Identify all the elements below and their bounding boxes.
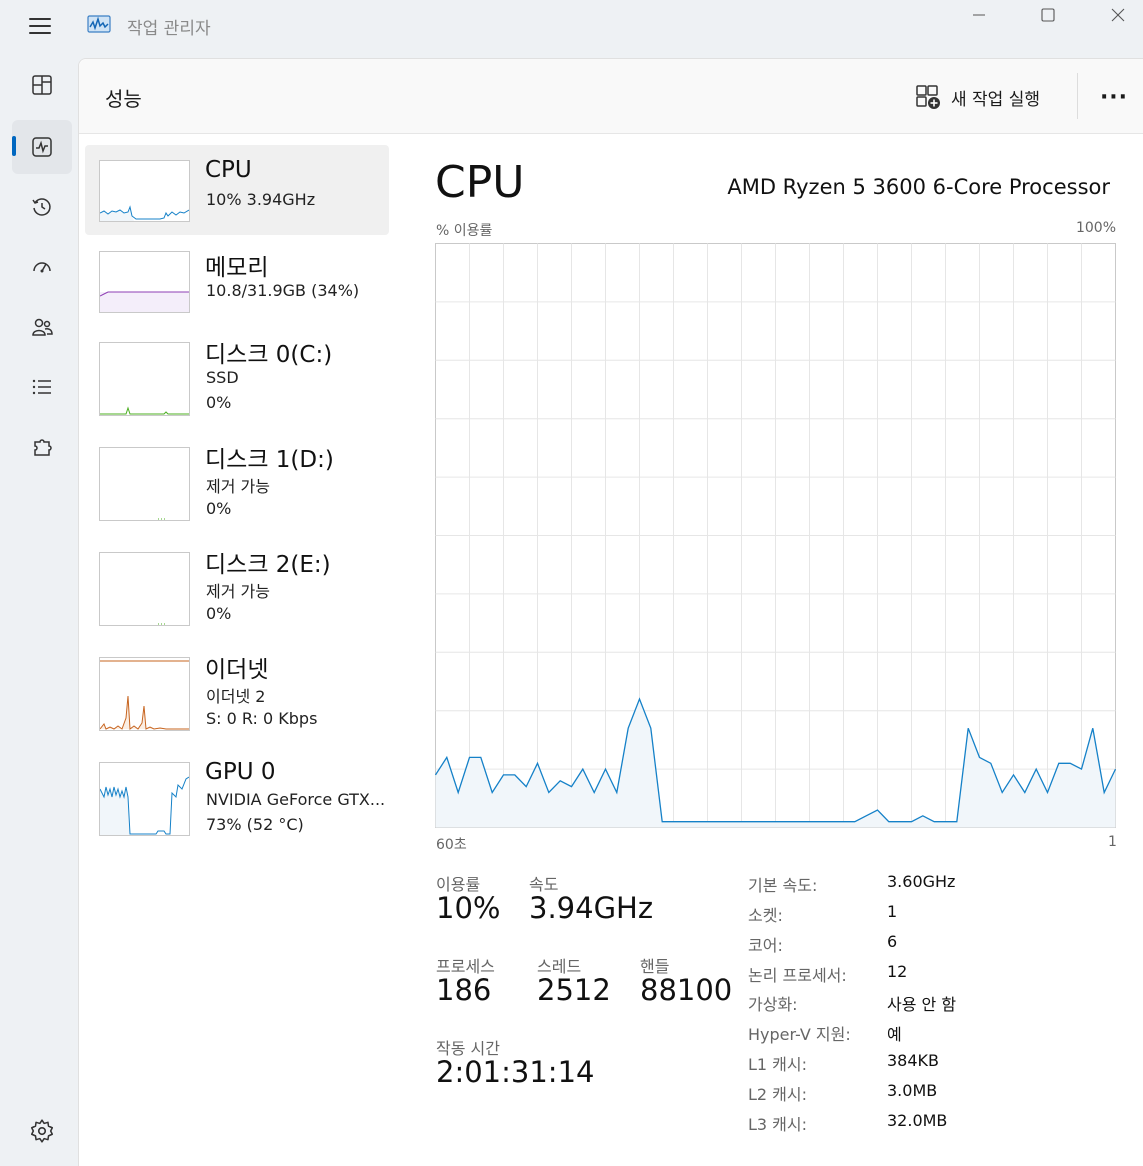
threads-value: 2512 <box>537 973 611 1007</box>
nav-services[interactable] <box>12 420 72 474</box>
disk0-thumbnail-graph <box>99 342 190 416</box>
title-bar: 작업 관리자 <box>0 0 1143 52</box>
menu-icon[interactable] <box>29 16 53 36</box>
close-icon <box>1111 8 1125 22</box>
page-title: 성능 <box>105 87 142 111</box>
users-icon <box>32 318 53 336</box>
x-axis-start: 60초 <box>436 837 467 853</box>
spec-value: 1 <box>887 902 898 921</box>
resource-disk-2[interactable]: 디스크 2(E:) 제거 가능 0% <box>85 552 389 642</box>
cpu-name: CPU <box>205 157 252 183</box>
nav-details[interactable] <box>12 360 72 414</box>
minimize-button[interactable] <box>956 0 1002 30</box>
disk1-usage: 0% <box>206 499 232 518</box>
resource-ethernet[interactable]: 이더넷 이더넷 2 S: 0 R: 0 Kbps <box>85 657 389 747</box>
gpu-thumbnail-graph <box>99 762 190 836</box>
spec-value: 사용 안 함 <box>887 995 957 1014</box>
disk2-type: 제거 가능 <box>206 582 270 601</box>
cpu-thumbnail-graph <box>99 160 190 222</box>
spec-label: 소켓: <box>748 906 783 925</box>
memory-name: 메모리 <box>205 255 269 281</box>
processes-value: 186 <box>436 973 492 1007</box>
spec-label: 기본 속도: <box>748 876 818 895</box>
spec-value: 12 <box>887 962 908 981</box>
cpu-summary: 10% 3.94GHz <box>206 190 316 209</box>
gpu-usage-temp: 73% (52 °C) <box>206 815 304 834</box>
spec-label: 코어: <box>748 936 783 955</box>
spec-label: Hyper-V 지원: <box>748 1025 851 1044</box>
resource-disk-1[interactable]: 디스크 1(D:) 제거 가능 0% <box>85 447 389 537</box>
disk0-name: 디스크 0(C:) <box>205 342 333 368</box>
resource-disk-0[interactable]: 디스크 0(C:) SSD 0% <box>85 341 389 431</box>
uptime-value: 2:01:31:14 <box>436 1055 595 1089</box>
y-axis-label: % 이용률 <box>436 223 493 239</box>
spec-label: 가상화: <box>748 995 798 1014</box>
gpu-model: NVIDIA GeForce GTX... <box>206 790 386 809</box>
more-options-button[interactable]: ··· <box>1097 81 1131 113</box>
disk1-type: 제거 가능 <box>206 477 270 496</box>
active-indicator <box>12 136 16 156</box>
nav-startup-apps[interactable] <box>12 240 72 294</box>
y-axis-max: 100% <box>1075 220 1116 236</box>
disk2-usage: 0% <box>206 604 232 623</box>
run-new-task-button[interactable]: 새 작업 실행 <box>915 81 1040 113</box>
page-header: 성능 새 작업 실행 ··· <box>79 59 1143 134</box>
run-new-task-label: 새 작업 실행 <box>951 89 1041 110</box>
task-manager-app-icon <box>87 15 111 33</box>
nav-performance[interactable] <box>12 120 72 174</box>
resource-cpu[interactable]: CPU 10% 3.94GHz <box>85 145 389 235</box>
spec-label: L2 캐시: <box>748 1085 808 1104</box>
ethernet-thumbnail-graph <box>99 657 190 731</box>
cpu-usage-graph <box>435 243 1116 828</box>
header-divider <box>1077 73 1078 119</box>
minimize-icon <box>973 14 985 16</box>
maximize-button[interactable] <box>1025 0 1071 30</box>
memory-thumbnail-graph <box>99 251 190 313</box>
memory-summary: 10.8/31.9GB (34%) <box>206 281 360 300</box>
spec-value: 32.0MB <box>887 1111 948 1130</box>
speed-value: 3.94GHz <box>529 891 654 925</box>
app-title: 작업 관리자 <box>127 19 211 39</box>
disk2-name: 디스크 2(E:) <box>205 552 331 578</box>
spec-value: 3.0MB <box>887 1081 938 1100</box>
handles-value: 88100 <box>640 973 733 1007</box>
spec-value: 384KB <box>887 1051 940 1070</box>
nav-app-history[interactable] <box>12 180 72 234</box>
details-list-icon <box>32 379 51 395</box>
performance-icon <box>32 137 52 157</box>
maximize-icon <box>1041 8 1055 22</box>
disk1-name: 디스크 1(D:) <box>205 447 334 473</box>
gpu-name: GPU 0 <box>205 759 276 785</box>
startup-gauge-icon <box>33 262 51 273</box>
nav-rail <box>0 52 78 1165</box>
spec-value: 6 <box>887 932 898 951</box>
spec-label: L3 캐시: <box>748 1115 808 1134</box>
disk0-type: SSD <box>206 368 239 387</box>
content-pane: 성능 새 작업 실행 ··· CPU 10% 3.94GHz 메모리 10.8/… <box>78 58 1143 1166</box>
new-task-icon <box>916 85 940 109</box>
disk1-thumbnail-graph <box>99 447 190 521</box>
utilization-value: 10% <box>436 891 501 925</box>
spec-value: 3.60GHz <box>887 872 956 891</box>
close-button[interactable] <box>1095 0 1141 30</box>
detail-title: CPU <box>435 157 525 208</box>
disk0-usage: 0% <box>206 393 232 412</box>
services-puzzle-icon <box>34 439 52 456</box>
spec-value: 예 <box>887 1025 902 1044</box>
disk2-thumbnail-graph <box>99 552 190 626</box>
history-icon <box>32 198 51 216</box>
spec-label: L1 캐시: <box>748 1055 808 1074</box>
ethernet-throughput: S: 0 R: 0 Kbps <box>206 709 318 728</box>
resource-memory[interactable]: 메모리 10.8/31.9GB (34%) <box>85 250 389 340</box>
nav-processes[interactable] <box>12 58 72 112</box>
settings-gear-icon[interactable] <box>29 1118 55 1144</box>
nav-users[interactable] <box>12 300 72 354</box>
x-axis-end: 1 <box>1108 834 1117 850</box>
ethernet-adapter: 이더넷 2 <box>206 687 266 706</box>
processes-icon <box>32 75 52 95</box>
cpu-model-name: AMD Ryzen 5 3600 6-Core Processor <box>727 175 1110 199</box>
resource-gpu[interactable]: GPU 0 NVIDIA GeForce GTX... 73% (52 °C) <box>85 759 389 852</box>
ethernet-name: 이더넷 <box>205 657 269 683</box>
spec-label: 논리 프로세서: <box>748 966 847 985</box>
